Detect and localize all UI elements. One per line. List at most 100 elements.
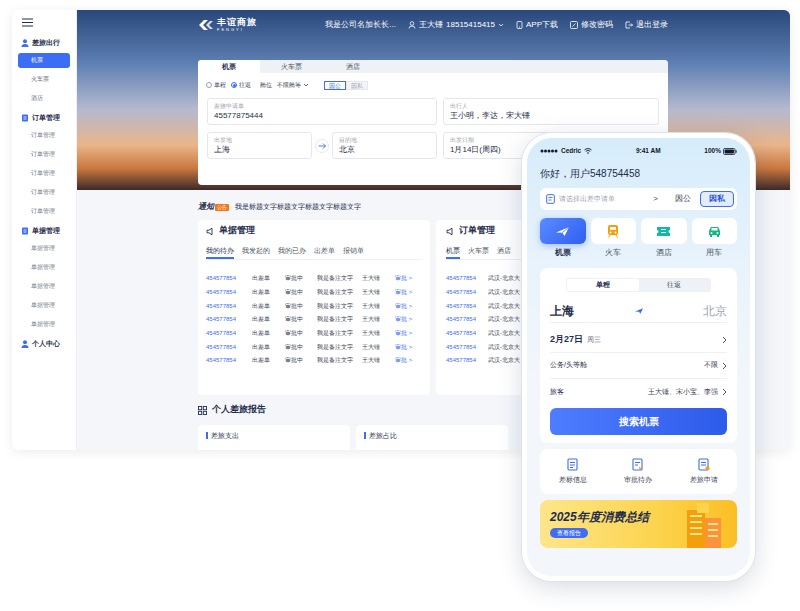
header-link-label[interactable]: 退出登录 [636,19,668,31]
sidebar-item[interactable]: 订单管理 [18,166,70,181]
application-placeholder[interactable]: 请选择出差申请单 [559,194,649,205]
approve-link[interactable]: 审批 > [395,356,412,365]
option-row[interactable]: 旅客王大锤、宋小宝、李强 [550,379,727,405]
approve-link[interactable]: 审批 > [395,329,412,338]
service-item[interactable]: 火车 [591,218,637,258]
header-link[interactable]: 退出登录 [625,19,668,31]
radio-button[interactable] [231,82,237,88]
arrival-city[interactable]: 北京 [703,302,727,320]
sidebar-section[interactable]: 单据管理 [12,225,76,237]
cabin-value[interactable]: 不限舱等 [277,81,301,90]
panel-tab[interactable]: 我的已办 [278,246,306,259]
panel-tab[interactable]: 酒店 [497,246,511,259]
table-cell[interactable]: 454577854 [446,302,488,311]
section-title[interactable]: 差旅出行 [32,38,60,49]
service-label[interactable]: 机票 [555,248,571,258]
panel-tab[interactable]: 火车票 [468,246,489,259]
shortcut-item[interactable]: 审批待办 [606,449,672,494]
table-cell[interactable]: 454577854 [446,343,488,352]
departure-city[interactable]: 上海 [550,302,574,320]
purpose-option[interactable]: 因公 [666,191,700,207]
table-cell[interactable]: 454577854 [446,329,488,338]
table-row[interactable]: 454577854出差单审批中我是备注文字王大锤审批 > [206,286,422,300]
panel-tab[interactable]: 我的待办 [206,246,234,259]
sidebar-item[interactable]: 单据管理 [18,241,70,256]
table-cell[interactable]: 454577854 [206,329,252,338]
table-cell[interactable]: 454577854 [206,315,252,324]
option-value[interactable]: 不限 [704,360,718,371]
table-row[interactable]: 454577854出差单审批中我是备注文字王大锤审批 > [206,299,422,313]
form-field[interactable]: 出发地上海 [207,132,312,159]
panel-tab[interactable]: 机票 [446,246,460,259]
service-item[interactable]: 酒店 [641,218,687,258]
section-title[interactable]: 订单管理 [32,113,60,124]
radio-label[interactable]: 单程 [214,81,226,90]
table-row[interactable]: 454577854出差单审批中我是备注文字王大锤审批 > [206,340,422,354]
header-link[interactable]: 修改密码 [570,19,613,31]
user-name[interactable]: 王大锤 [419,19,443,31]
service-label[interactable]: 火车 [605,248,621,258]
service-item[interactable]: 机票 [540,218,586,258]
sidebar-item[interactable]: 单据管理 [18,298,70,313]
table-cell[interactable]: 454577854 [206,302,252,311]
table-row[interactable]: 454577854出差单审批中我是备注文字王大锤审批 > [206,354,422,368]
trip-type-option[interactable]: 单程 [206,81,226,90]
search-button[interactable]: 搜索机票 [550,408,727,435]
sidebar-item[interactable]: 单据管理 [18,279,70,294]
form-field[interactable]: 差旅申请单45577875444 [207,98,437,125]
shortcut-item[interactable]: 差旅申请 [671,449,737,494]
annual-report-banner[interactable]: 2025年度消费总结查看报告 [540,500,737,548]
logo[interactable]: 丰谊商旅FENGYI [198,18,257,32]
service-tile[interactable] [692,218,738,244]
field-value[interactable]: 北京 [339,144,430,155]
table-cell[interactable]: 454577854 [446,356,488,365]
search-tab[interactable]: 火车票 [260,60,322,73]
shortcut-label[interactable]: 差旅申请 [690,475,718,486]
sidebar-item[interactable]: 机票 [18,53,70,68]
trip-type-option[interactable]: 单程 [567,279,639,291]
sidebar-item[interactable]: 订单管理 [18,204,70,219]
view-report-button[interactable]: 查看报告 [550,528,588,538]
panel-tab[interactable]: 报销单 [343,246,364,259]
table-cell[interactable]: 454577854 [446,288,488,297]
table-row[interactable]: 454577854出差单审批中我是备注文字王大锤审批 > [206,327,422,341]
sidebar-item[interactable]: 单据管理 [18,260,70,275]
cabin-select[interactable]: 不限舱等 [277,81,309,90]
header-link-label[interactable]: APP下载 [526,19,558,31]
form-field[interactable]: 目的地北京 [332,132,437,159]
date-row[interactable]: 2月27日周三 [550,327,727,353]
purpose-option[interactable]: 因公 [324,81,346,90]
header-link[interactable]: APP下载 [516,19,558,31]
section-title[interactable]: 个人中心 [32,339,60,350]
table-cell[interactable]: 454577854 [446,315,488,324]
header-link-label[interactable]: 修改密码 [581,19,613,31]
trip-type-option[interactable]: 往返 [231,81,251,90]
sidebar-item[interactable]: 火车票 [18,72,70,87]
sidebar-section[interactable]: 个人中心 [12,338,76,350]
service-item[interactable]: 用车 [692,218,738,258]
sidebar-section[interactable]: 差旅出行 [12,37,76,49]
panel-tab[interactable]: 出差单 [314,246,335,259]
radio-button[interactable] [206,82,212,88]
trip-type-option[interactable]: 往返 [639,279,711,291]
table-cell[interactable]: 454577854 [206,356,252,365]
approve-link[interactable]: 审批 > [395,343,412,352]
shortcut-item[interactable]: 差标信息 [540,449,606,494]
user-menu[interactable]: 王大锤18515415415 [408,19,504,31]
search-tab[interactable]: 机票 [198,60,260,73]
field-value[interactable]: 上海 [214,144,305,155]
field-value[interactable]: 王小明，李达，宋大锤 [450,110,652,121]
table-row[interactable]: 454577854出差单审批中我是备注文字王大锤审批 > [206,313,422,327]
table-cell[interactable]: 454577854 [206,274,252,283]
sidebar-item[interactable]: 酒店 [18,91,70,106]
search-tab[interactable]: 酒店 [322,60,384,73]
notice-text[interactable]: 我是标题文字标题文字标题文字标题文字 [235,202,361,213]
sidebar-item[interactable]: 订单管理 [18,147,70,162]
approve-link[interactable]: 审批 > [395,274,412,283]
service-tile[interactable] [591,218,637,244]
field-value[interactable]: 45577875444 [214,110,430,121]
service-label[interactable]: 酒店 [656,248,672,258]
purpose-option[interactable]: 因私 [700,191,734,207]
panel-tab[interactable]: 我发起的 [242,246,270,259]
table-row[interactable]: 454577854出差单审批中我是备注文字王大锤审批 > [206,272,422,286]
